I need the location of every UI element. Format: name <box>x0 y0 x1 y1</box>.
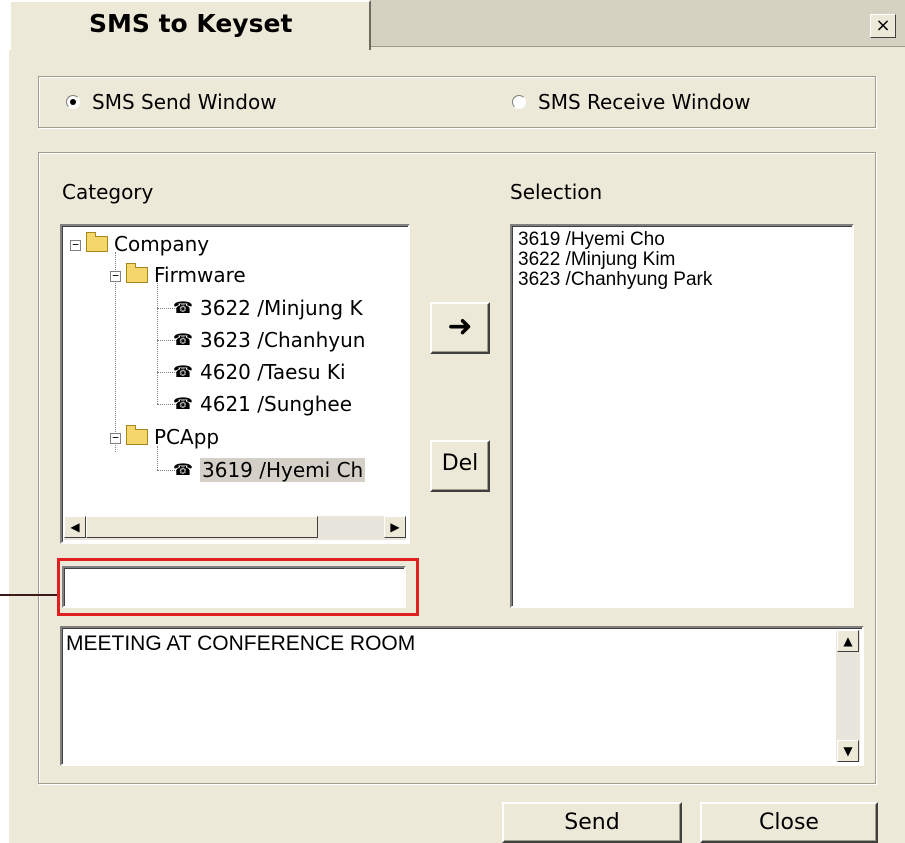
collapse-pcapp-icon[interactable]: − <box>110 432 121 444</box>
tab-title: SMS to Keyset <box>89 9 293 38</box>
tree-node-extension[interactable]: ☎ 4620 /Taesu Ki <box>172 359 346 385</box>
folder-icon <box>86 232 108 252</box>
message-textarea[interactable]: MEETING AT CONFERENCE ROOM ▲ ▼ <box>60 626 864 766</box>
selection-list[interactable]: 3619 /Hyemi Cho 3622 /Minjung Kim 3623 /… <box>510 224 854 608</box>
arrow-right-icon: ▶ <box>390 520 400 534</box>
selection-item[interactable]: 3619 /Hyemi Cho <box>512 230 852 250</box>
phone-extension-icon: ☎ <box>173 394 193 413</box>
tree-node-extension[interactable]: ☎ 4621 /Sunghee <box>172 391 352 417</box>
folder-icon <box>126 263 148 283</box>
close-window-button[interactable]: × <box>870 14 896 38</box>
phone-extension-icon: ☎ <box>173 298 193 317</box>
close-button[interactable]: Close <box>700 802 878 843</box>
callout-line <box>0 594 57 596</box>
arrow-up-icon: ▲ <box>843 634 853 648</box>
message-vertical-scrollbar[interactable]: ▲ ▼ <box>836 630 860 762</box>
delete-button-label: Del <box>441 451 479 476</box>
radio-receive-label: SMS Receive Window <box>538 90 751 114</box>
send-button[interactable]: Send <box>502 802 682 843</box>
scroll-up-button[interactable]: ▲ <box>837 630 859 652</box>
tree-node-extension[interactable]: ☎ 3623 /Chanhyun <box>172 327 365 353</box>
arrow-left-icon: ◀ <box>70 520 80 534</box>
tree-line <box>115 252 116 452</box>
radio-sms-receive[interactable]: SMS Receive Window <box>512 90 751 114</box>
radio-selected-icon <box>66 95 80 109</box>
tree-node-label: 3619 /Hyemi Ch <box>200 458 366 482</box>
close-icon: × <box>875 15 891 36</box>
tree-node-label: Firmware <box>154 263 246 287</box>
tree-node-label: 4620 /Taesu Ki <box>200 360 346 384</box>
scroll-right-button[interactable]: ▶ <box>384 516 406 538</box>
phone-extension-icon: ☎ <box>173 362 193 381</box>
category-label: Category <box>62 180 154 204</box>
radio-unselected-icon <box>512 95 526 109</box>
send-button-label: Send <box>564 810 620 835</box>
tree-horizontal-scrollbar[interactable]: ◀ ▶ <box>64 516 406 540</box>
collapse-company-icon[interactable]: − <box>70 239 81 251</box>
selection-label: Selection <box>510 180 603 204</box>
tree-node-label: 3623 /Chanhyun <box>200 328 366 352</box>
scroll-left-button[interactable]: ◀ <box>64 516 86 538</box>
tree-node-pcapp[interactable]: PCApp <box>126 424 219 450</box>
close-button-label: Close <box>759 810 819 835</box>
folder-icon <box>126 425 148 445</box>
tree-node-extension-selected[interactable]: ☎ 3619 /Hyemi Ch <box>172 457 366 483</box>
tree-node-label: 4621 /Sunghee <box>200 392 353 416</box>
tree-node-company[interactable]: Company <box>86 231 209 257</box>
tab-sms-to-keyset[interactable]: SMS to Keyset <box>9 0 371 50</box>
radio-send-label: SMS Send Window <box>92 90 277 114</box>
scroll-thumb[interactable] <box>86 516 318 538</box>
highlight-box <box>57 558 419 616</box>
phone-extension-icon: ☎ <box>173 460 193 479</box>
category-tree[interactable]: − Company − Firmware ☎ 3622 /Minjung K ☎… <box>60 224 410 544</box>
arrow-right-icon: ➜ <box>447 309 473 344</box>
tree-node-firmware[interactable]: Firmware <box>126 262 246 288</box>
selection-item[interactable]: 3622 /Minjung Kim <box>512 250 852 270</box>
arrow-down-icon: ▼ <box>843 744 853 758</box>
tree-node-label: 3622 /Minjung K <box>200 296 363 320</box>
selection-item[interactable]: 3623 /Chanhyung Park <box>512 270 852 290</box>
radio-sms-send[interactable]: SMS Send Window <box>66 90 277 114</box>
tree-node-label: Company <box>114 232 210 256</box>
tree-node-label: PCApp <box>154 425 220 449</box>
tree-node-extension[interactable]: ☎ 3622 /Minjung K <box>172 295 363 321</box>
add-to-selection-button[interactable]: ➜ <box>430 302 490 354</box>
collapse-firmware-icon[interactable]: − <box>110 270 121 282</box>
scroll-down-button[interactable]: ▼ <box>837 740 859 762</box>
message-text: MEETING AT CONFERENCE ROOM <box>66 632 416 655</box>
tree-line <box>157 280 158 404</box>
phone-extension-icon: ☎ <box>173 330 193 349</box>
delete-button[interactable]: Del <box>430 440 490 492</box>
